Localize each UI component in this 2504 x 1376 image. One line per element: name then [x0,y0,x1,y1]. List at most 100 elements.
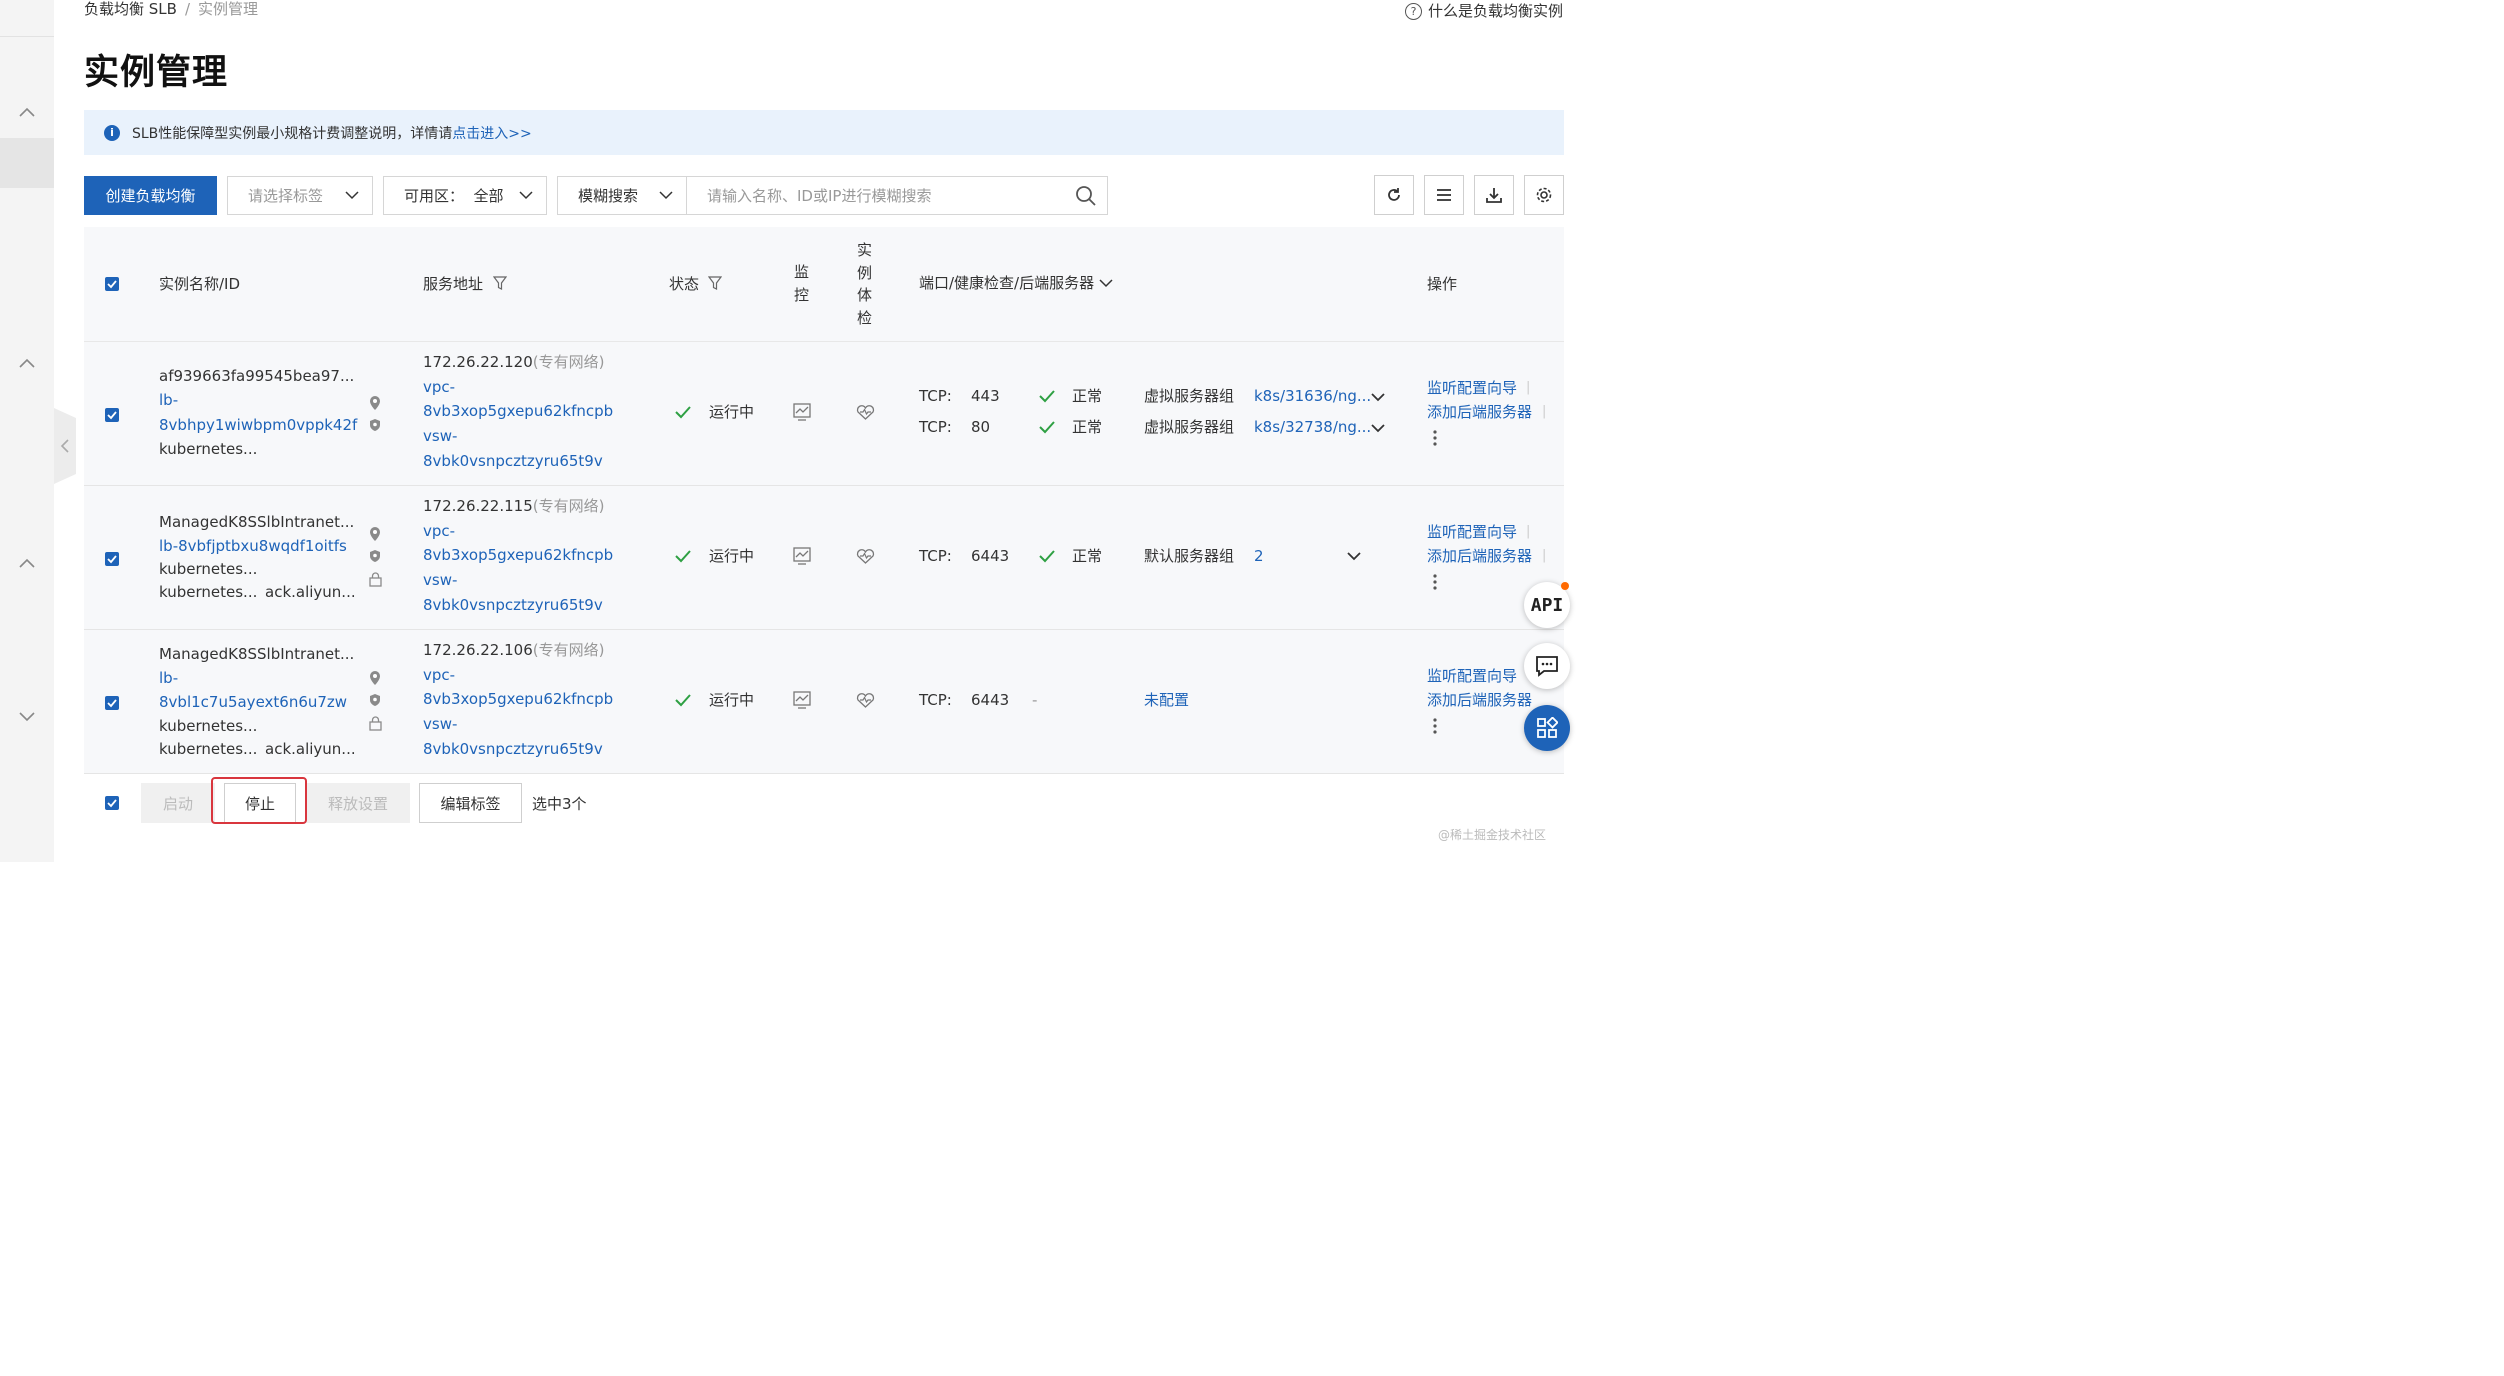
listener-port: 443 [971,387,1000,405]
location-pin-icon[interactable] [369,526,381,542]
vswitch-link[interactable]: vsw- [423,568,457,593]
more-icon[interactable] [1433,430,1437,446]
filter-icon[interactable] [708,276,722,291]
server-group-link[interactable]: 2 [1254,544,1264,569]
vpc-link[interactable]: vpc- [423,663,455,688]
download-icon [1486,188,1502,203]
vswitch-link[interactable]: 8vbk0vsnpcztzyru65t9v [423,593,603,618]
vpc-link[interactable]: vpc- [423,375,455,400]
search-input[interactable]: 请输入名称、ID或IP进行模糊搜索 [686,176,1108,215]
listener-wizard-link[interactable]: 监听配置向导 [1427,664,1517,689]
instance-id-line[interactable]: lb-8vbfjptbxu8wqdf1oitfs [159,534,347,559]
chevron-up-icon[interactable] [17,356,37,370]
bulk-select-checkbox[interactable] [105,796,119,810]
add-backend-link[interactable]: 添加后端服务器 [1427,400,1532,425]
location-pin-icon[interactable] [369,395,381,411]
listener-protocol: TCP: [919,691,952,709]
vpc-link[interactable]: 8vb3xop5gxepu62kfncpb [423,687,613,712]
settings-button[interactable] [1524,175,1564,215]
check-icon [675,694,691,707]
chevron-up-icon[interactable] [17,105,37,119]
health-check-icon[interactable] [856,692,875,709]
shield-icon[interactable] [369,549,381,563]
header-status: 状态 [669,275,700,293]
vpc-link[interactable]: 8vb3xop5gxepu62kfncpb [423,543,613,568]
edit-tags-button[interactable]: 编辑标签 [419,783,522,823]
column-settings-button[interactable] [1424,175,1464,215]
ops-divider: | [1542,548,1547,563]
shield-icon[interactable] [369,418,381,432]
lock-icon[interactable] [369,716,382,731]
health-status: - [1032,691,1038,709]
feedback-button[interactable] [1524,643,1570,689]
more-icon[interactable] [1433,574,1437,590]
instance-id-line[interactable]: 8vbhpy1wiwbpm0vppk42f [159,413,357,438]
vswitch-link[interactable]: vsw- [423,712,457,737]
vpc-link[interactable]: vpc- [423,519,455,544]
chevron-down-icon[interactable] [1098,277,1114,289]
zone-select[interactable]: 可用区： 全部 [383,176,547,215]
instance-id-line[interactable]: 8vbl1c7u5ayext6n6u7zw [159,690,347,715]
monitor-icon[interactable] [793,547,811,565]
apps-button[interactable] [1524,705,1570,751]
chevron-up-icon[interactable] [17,556,37,570]
search-mode-select[interactable]: 模糊搜索 [557,176,687,215]
vswitch-link[interactable]: vsw- [423,424,457,449]
chevron-down-icon[interactable] [1370,391,1386,403]
chevron-down-icon[interactable] [1370,422,1386,434]
refresh-button[interactable] [1374,175,1414,215]
more-icon[interactable] [1433,718,1437,734]
vpc-link[interactable]: 8vb3xop5gxepu62kfncpb [423,399,613,424]
instance-name: ManagedK8SSlbIntranet... [159,645,355,663]
stop-button-highlight [211,777,307,824]
listener-wizard-link[interactable]: 监听配置向导 [1427,520,1517,545]
lock-icon[interactable] [369,572,382,587]
rail-active-item[interactable] [0,138,54,188]
row-checkbox[interactable] [105,552,119,566]
instance-id-line[interactable]: lb- [159,666,178,691]
download-button[interactable] [1474,175,1514,215]
shield-icon[interactable] [369,693,381,707]
instance-name: ManagedK8SSlbIntranet... [159,513,355,531]
check-icon [675,406,691,419]
select-all-checkbox[interactable] [105,277,119,291]
chevron-down-icon[interactable] [1346,550,1362,562]
tag-select-placeholder: 请选择标签 [248,187,324,205]
check-icon [675,550,691,563]
gear-icon [1536,187,1552,203]
row-checkbox[interactable] [105,696,119,710]
header-ops: 操作 [1427,275,1458,293]
monitor-icon[interactable] [793,403,811,421]
search-icon[interactable] [1075,185,1097,207]
chevron-left-icon[interactable] [59,438,71,454]
health-check-icon[interactable] [856,404,875,421]
server-group-link[interactable]: k8s/32738/ng... [1254,415,1371,440]
rail-divider [0,36,54,37]
vswitch-link[interactable]: 8vbk0vsnpcztzyru65t9v [423,449,603,474]
help-link-label[interactable]: 什么是负载均衡实例 [1428,2,1563,20]
filter-icon[interactable] [493,276,507,291]
listener-wizard-link[interactable]: 监听配置向导 [1427,376,1517,401]
server-group-link[interactable]: k8s/31636/ng... [1254,384,1371,409]
not-configured-link[interactable]: 未配置 [1144,688,1189,713]
breadcrumb-root[interactable]: 负载均衡 SLB [84,0,177,18]
release-settings-button[interactable]: 释放设置 [306,783,410,823]
tag-select[interactable]: 请选择标签 [227,176,373,215]
notice-link[interactable]: 点击进入>> [452,126,531,142]
health-check-icon[interactable] [856,548,875,565]
left-rail [0,0,54,862]
instance-tag: ack.aliyun... [265,740,356,758]
monitor-icon[interactable] [793,691,811,709]
search-placeholder: 请输入名称、ID或IP进行模糊搜索 [707,187,932,205]
start-button[interactable]: 启动 [141,783,215,823]
vswitch-link[interactable]: 8vbk0vsnpcztzyru65t9v [423,737,603,762]
row-checkbox[interactable] [105,408,119,422]
header-ports[interactable]: 端口/健康检查/后端服务器 [919,272,1094,293]
help-link[interactable]: ? 什么是负载均衡实例 [1405,2,1563,20]
chevron-down-icon[interactable] [17,710,37,724]
location-pin-icon[interactable] [369,670,381,686]
instance-id-line[interactable]: lb- [159,388,178,413]
add-backend-link[interactable]: 添加后端服务器 [1427,544,1532,569]
add-backend-link[interactable]: 添加后端服务器 [1427,688,1532,713]
create-load-balancer-button[interactable]: 创建负载均衡 [84,176,217,215]
